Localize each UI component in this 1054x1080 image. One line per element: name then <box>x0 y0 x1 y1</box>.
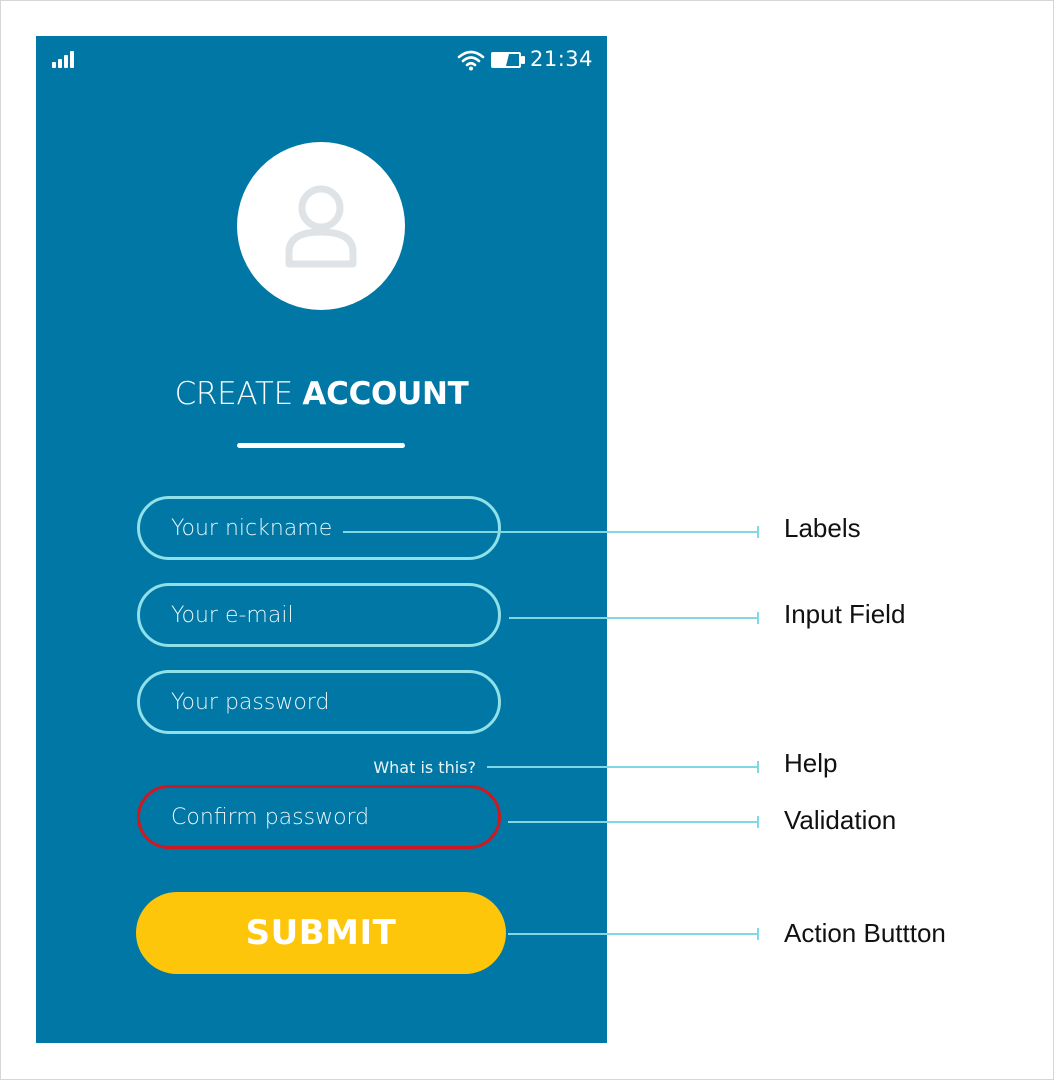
input-field-connector <box>509 617 758 619</box>
email-label: Your e-mail <box>171 603 294 628</box>
input-field-connector-end <box>757 612 759 624</box>
submit-button[interactable]: SUBMIT <box>136 892 506 974</box>
wifi-icon <box>457 50 485 71</box>
user-icon <box>285 185 357 268</box>
status-time: 21:34 <box>530 47 594 71</box>
password-label: Your password <box>171 690 330 715</box>
avatar[interactable] <box>237 142 405 310</box>
confirm-password-label: Confirm password <box>171 805 370 830</box>
email-field[interactable]: Your e-mail <box>137 583 501 647</box>
annotation-input-field: Input Field <box>784 599 906 629</box>
labels-connector-end <box>757 526 759 538</box>
title-light: CREATE <box>174 376 303 412</box>
labels-connector <box>343 531 758 533</box>
annotation-labels: Labels <box>784 513 861 543</box>
validation-connector <box>508 821 758 823</box>
phone-screen: 21:34 CREATE ACCOUNT Your nickname Your … <box>36 36 607 1043</box>
status-bar: 21:34 <box>36 36 607 84</box>
annotation-help: Help <box>784 748 838 778</box>
nickname-label: Your nickname <box>171 516 333 541</box>
action-button-connector <box>508 933 758 935</box>
nickname-field[interactable]: Your nickname <box>137 496 501 560</box>
page-title: CREATE ACCOUNT <box>36 376 607 412</box>
annotation-action-button: Action Buttton <box>784 918 946 948</box>
confirm-password-field[interactable]: Confirm password <box>137 785 501 849</box>
title-underline <box>237 443 405 448</box>
help-link[interactable]: What is this? <box>373 758 476 777</box>
title-bold: ACCOUNT <box>302 376 469 412</box>
help-connector <box>487 766 758 768</box>
signal-icon <box>52 50 78 68</box>
battery-icon <box>491 52 525 68</box>
annotation-validation: Validation <box>784 805 897 835</box>
action-button-connector-end <box>757 928 759 940</box>
submit-label: SUBMIT <box>245 913 397 953</box>
help-connector-end <box>757 761 759 773</box>
validation-connector-end <box>757 816 759 828</box>
password-field[interactable]: Your password <box>137 670 501 734</box>
